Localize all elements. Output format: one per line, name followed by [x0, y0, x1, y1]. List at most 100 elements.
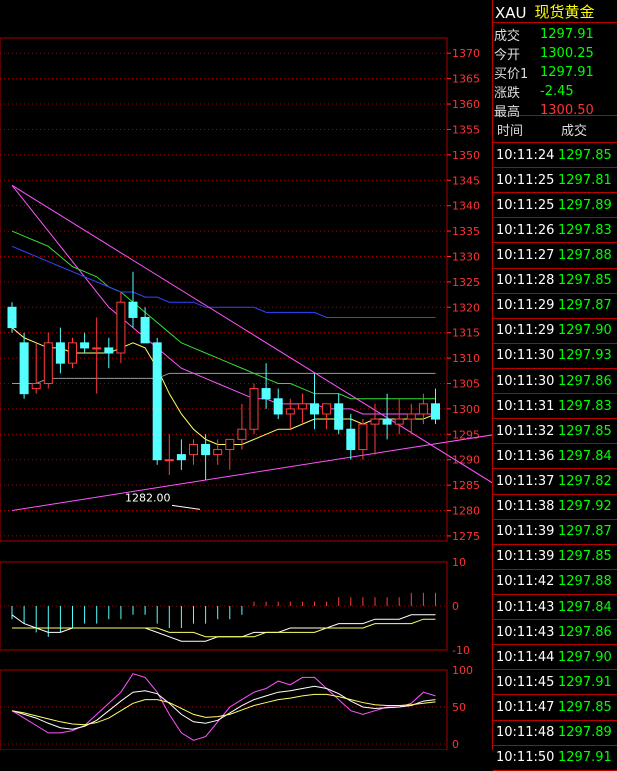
candle-body — [297, 403, 307, 410]
tick-list[interactable]: 10:11:24 1297.85 10:11:25 1297.81 10:11:25 12… — [493, 143, 617, 771]
tick-row[interactable]: 10:11:36 1297.84 — [493, 444, 617, 470]
tick-row[interactable]: 10:11:25 1297.89 — [493, 193, 617, 219]
tick-price: 1297.90 — [558, 649, 612, 665]
price-panel[interactable]: 1275128012851290129513001305131013151320… — [0, 37, 492, 543]
tick-row[interactable]: 10:11:48 1297.89 — [493, 721, 617, 746]
tick-price: 1297.86 — [558, 624, 612, 640]
y-tick-label: 1300 — [452, 403, 480, 416]
tick-row[interactable]: 10:11:27 1297.88 — [493, 243, 617, 269]
tick-row[interactable]: 10:11:43 1297.84 — [493, 595, 617, 621]
quote-list: 成交 1297.91 今开 1300.25 买价1 1297.91 涨跌 -2.45 最高 130… — [493, 23, 617, 120]
tick-time: 10:11:47 — [496, 699, 555, 715]
tick-price: 1297.93 — [558, 348, 612, 364]
kdj-panel[interactable]: 0 50 100 — [0, 664, 473, 750]
tick-row[interactable]: 10:11:28 1297.85 — [493, 269, 617, 294]
quote-row: 买价1 1297.91 — [493, 63, 617, 82]
quote-label: 买价1 — [494, 67, 529, 82]
tick-row[interactable]: 10:11:29 1297.87 — [493, 294, 617, 319]
tick-row[interactable]: 10:11:39 1297.85 — [493, 545, 617, 570]
tick-row[interactable]: 10:11:26 1297.83 — [493, 218, 617, 244]
tick-time: 10:11:32 — [496, 423, 555, 439]
panel-border — [0, 37, 448, 542]
tick-row[interactable]: 10:11:37 1297.82 — [493, 469, 617, 495]
tick-price: 1297.85 — [558, 549, 612, 565]
tick-row[interactable]: 10:11:47 1297.85 — [493, 695, 617, 721]
y-tick-label: 1350 — [452, 149, 480, 162]
candle-body — [43, 342, 53, 384]
low-price-annotation: 1282.00 — [125, 491, 171, 504]
y-tick-label: 0 — [452, 600, 459, 613]
tick-row[interactable]: 10:11:29 1297.90 — [493, 319, 617, 344]
tick-row[interactable]: 10:11:25 1297.81 — [493, 168, 617, 194]
tick-row[interactable]: 10:11:32 1297.85 — [493, 419, 617, 445]
quote-panel: XAU 现货黄金 成交 1297.91 今开 1300.25 买价1 1297.91 涨跌 -… — [492, 0, 617, 771]
ma20-line — [11, 185, 436, 415]
candle-body — [370, 418, 380, 425]
ticks-price-header: 成交 — [561, 123, 588, 139]
tick-time: 10:11:31 — [496, 398, 555, 414]
candle-body — [394, 418, 404, 425]
tick-price: 1297.91 — [558, 674, 612, 690]
candle-body — [7, 306, 17, 329]
y-tick-label: 1345 — [452, 174, 480, 187]
tick-price: 1297.89 — [558, 197, 612, 213]
tick-row[interactable]: 10:11:31 1297.83 — [493, 394, 617, 420]
candle-body — [261, 388, 271, 400]
tick-price: 1297.81 — [558, 172, 612, 188]
y-tick-label: 1330 — [452, 250, 480, 263]
tick-row[interactable]: 10:11:39 1297.87 — [493, 520, 617, 545]
tick-row[interactable]: 10:11:24 1297.85 — [493, 143, 617, 169]
y-tick-label: 1285 — [452, 479, 480, 492]
candle-body — [189, 443, 198, 456]
candle-body — [55, 342, 65, 364]
y-tick-label: 1370 — [452, 47, 480, 60]
ma60-line — [11, 245, 436, 318]
tick-time: 10:11:48 — [496, 725, 555, 741]
candle-body — [358, 423, 368, 451]
tick-row[interactable]: 10:11:45 1297.91 — [493, 670, 617, 696]
chart-area[interactable]: 1275128012851290129513001305131013151320… — [0, 0, 492, 750]
tick-time: 10:11:36 — [496, 448, 555, 464]
candle-body — [322, 403, 332, 415]
candle-body — [237, 428, 247, 440]
dea-line — [12, 618, 436, 638]
tick-price: 1297.85 — [558, 273, 612, 289]
tick-row[interactable]: 10:11:44 1297.90 — [493, 645, 617, 671]
candle-body — [285, 408, 295, 415]
tick-row[interactable]: 10:11:50 1297.91 — [493, 746, 617, 771]
quote-value: 1300.50 — [540, 103, 594, 118]
tick-row[interactable]: 10:11:42 1297.88 — [493, 570, 617, 595]
y-tick-label: 10 — [452, 556, 466, 569]
candle-body — [176, 454, 186, 461]
candle-body — [31, 382, 41, 390]
tick-time: 10:11:25 — [496, 172, 555, 188]
candle-body — [334, 403, 344, 430]
ticks-header: 时间 成交 — [493, 116, 617, 143]
tick-price: 1297.84 — [558, 448, 612, 464]
macd-panel[interactable]: -10 0 10 — [0, 556, 470, 657]
candle-body — [249, 388, 259, 430]
y-tick-label: 1305 — [452, 377, 480, 390]
panel-border — [0, 669, 448, 750]
tick-row[interactable]: 10:11:30 1297.93 — [493, 344, 617, 369]
tick-price: 1297.88 — [558, 574, 612, 590]
symbol-code: XAU — [495, 4, 527, 22]
candle-body — [273, 398, 283, 415]
tick-price: 1297.89 — [558, 725, 612, 741]
quote-label: 成交 — [494, 29, 521, 44]
tick-row[interactable]: 10:11:43 1297.86 — [493, 620, 617, 646]
tick-price: 1297.86 — [558, 373, 612, 389]
tick-time: 10:11:26 — [496, 222, 555, 238]
tick-time: 10:11:45 — [496, 674, 555, 690]
tick-row[interactable]: 10:11:38 1297.92 — [493, 495, 617, 520]
kdj-line — [11, 693, 436, 726]
candle-body — [382, 418, 392, 425]
quote-label: 最高 — [494, 105, 521, 120]
tick-time: 10:11:29 — [496, 298, 555, 314]
tick-row[interactable]: 10:11:30 1297.86 — [493, 369, 617, 395]
candle-body — [104, 347, 114, 354]
tick-price: 1297.90 — [558, 323, 612, 339]
y-tick-label: 1335 — [452, 225, 480, 238]
tick-time: 10:11:43 — [496, 624, 555, 640]
tick-price: 1297.82 — [558, 473, 612, 489]
